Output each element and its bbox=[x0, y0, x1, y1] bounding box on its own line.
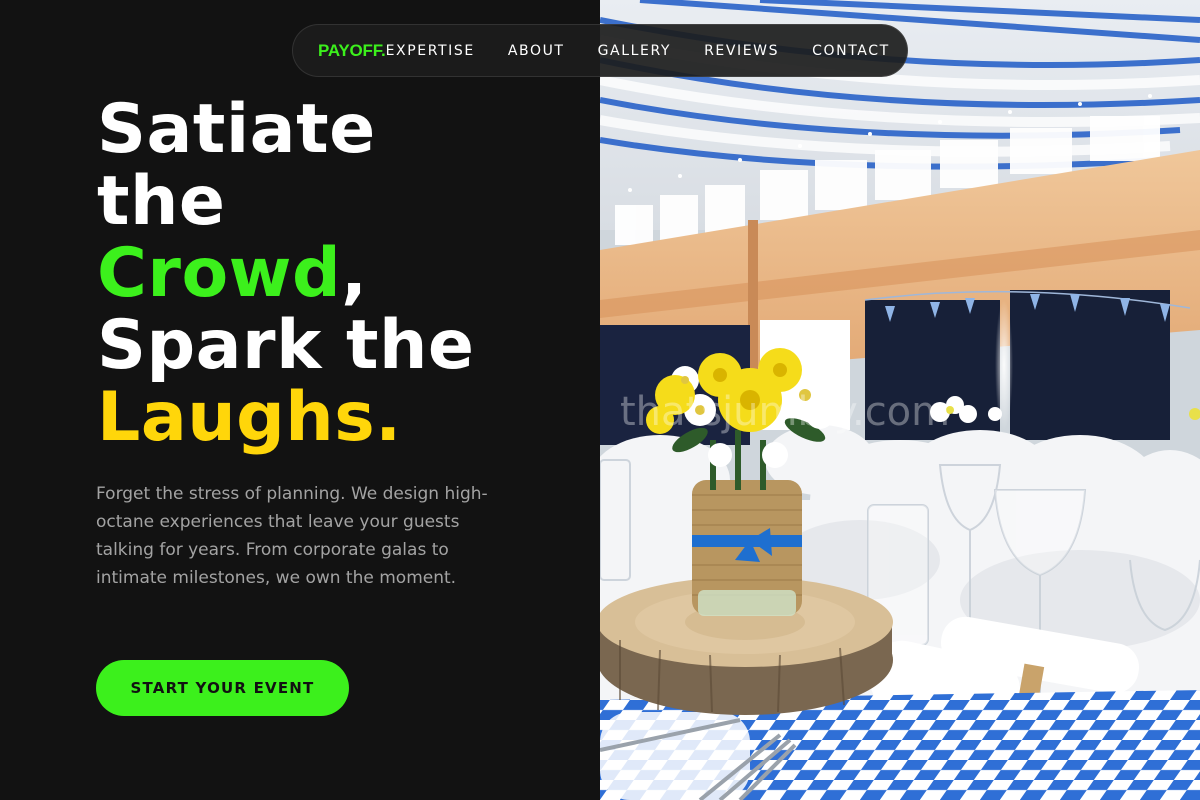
headline-highlight-laughs: Laughs. bbox=[97, 378, 402, 457]
brand-logo[interactable]: PAYOFF. bbox=[318, 41, 386, 61]
headline-comma: , bbox=[341, 234, 368, 313]
hero-description: Forget the stress of planning. We design… bbox=[96, 484, 488, 588]
nav-contact[interactable]: CONTACT bbox=[812, 43, 890, 59]
headline-line-1: Satiate bbox=[97, 90, 376, 169]
nav-reviews[interactable]: REVIEWS bbox=[704, 43, 779, 59]
headline-line-3: Crowd, bbox=[97, 238, 475, 310]
start-event-button[interactable]: START YOUR EVENT bbox=[96, 660, 349, 716]
nav-gallery[interactable]: GALLERY bbox=[598, 43, 671, 59]
hero-image: thatsjumbly.com bbox=[600, 0, 1200, 800]
nav-about[interactable]: ABOUT bbox=[508, 43, 565, 59]
hero-headline: Satiate the Crowd, Spark the Laughs. bbox=[97, 94, 475, 454]
headline-line-2: the bbox=[97, 162, 226, 241]
headline-highlight-crowd: Crowd bbox=[97, 234, 342, 313]
nav-expertise[interactable]: EXPERTISE bbox=[386, 43, 475, 59]
hero-left-panel: Satiate the Crowd, Spark the Laughs. For… bbox=[0, 0, 600, 800]
event-hall-photo: thatsjumbly.com bbox=[600, 0, 1200, 800]
headline-line-4: Spark the bbox=[97, 306, 475, 385]
top-navigation: PAYOFF. EXPERTISE ABOUT GALLERY REVIEWS … bbox=[292, 24, 908, 77]
watermark: thatsjumbly.com bbox=[620, 389, 950, 435]
